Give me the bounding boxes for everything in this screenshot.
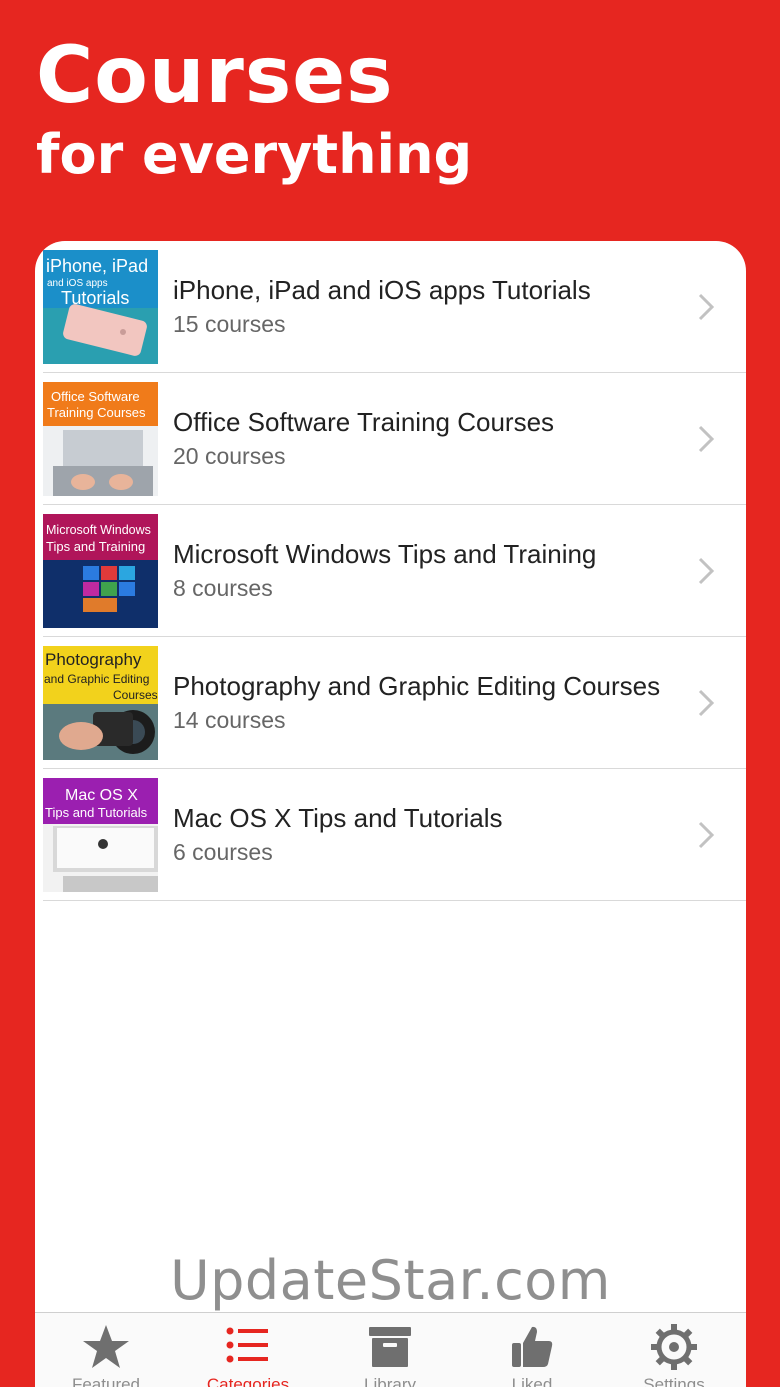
category-row-windows[interactable]: Microsoft Windows Tips and Training Micr… — [35, 505, 746, 637]
tab-liked[interactable]: Liked — [461, 1313, 603, 1387]
category-thumbnail: Microsoft Windows Tips and Training — [43, 514, 158, 628]
tab-label: Library — [364, 1375, 416, 1387]
thumb-text: Tutorials — [61, 288, 129, 308]
tab-bar: Featured Categories Library Liked Settin… — [35, 1312, 746, 1387]
tab-label: Featured — [71, 1375, 141, 1387]
watermark: UpdateStar.com — [170, 1249, 611, 1312]
page-subtitle: for everything — [36, 123, 473, 186]
tab-library[interactable]: Library — [319, 1313, 461, 1387]
chevron-right-icon — [698, 557, 715, 585]
tab-label: Settings — [643, 1375, 705, 1387]
course-count: 15 courses — [173, 311, 286, 337]
chevron-right-icon — [698, 821, 715, 849]
category-thumbnail: Photography and Graphic Editing Courses — [43, 646, 158, 760]
category-thumbnail: iPhone, iPad and iOS apps Tutorials — [43, 250, 158, 364]
thumb-text: Photography — [45, 650, 142, 669]
course-count: 20 courses — [173, 443, 286, 469]
page-title: Courses — [36, 31, 394, 121]
gear-icon — [651, 1324, 697, 1370]
category-row-mac[interactable]: Mac OS X Tips and Tutorials Mac OS X Tip… — [35, 769, 746, 901]
thumb-text: and Graphic Editing — [44, 672, 149, 686]
thumbs-up-icon — [512, 1326, 553, 1367]
tab-label: Categories — [206, 1375, 290, 1387]
thumb-text: Courses — [113, 688, 158, 702]
category-title: Photography and Graphic Editing Courses — [173, 671, 661, 701]
category-title: iPhone, iPad and iOS apps Tutorials — [173, 275, 591, 305]
chevron-right-icon — [698, 689, 715, 717]
thumb-text: Tips and Tutorials — [45, 805, 148, 820]
category-thumbnail: Office Software Training Courses — [43, 382, 158, 496]
thumb-text: Microsoft Windows — [46, 523, 151, 537]
category-row-photography[interactable]: Photography and Graphic Editing Courses … — [35, 637, 746, 769]
thumb-text: iPhone, iPad — [46, 256, 148, 276]
thumb-text: Mac OS X — [65, 787, 138, 804]
category-title: Microsoft Windows Tips and Training — [173, 539, 597, 569]
chevron-right-icon — [698, 293, 715, 321]
archive-box-icon — [369, 1327, 411, 1367]
thumb-text: Training Courses — [47, 405, 146, 420]
category-title: Mac OS X Tips and Tutorials — [173, 803, 503, 833]
header: Courses for everything — [36, 28, 472, 186]
chevron-right-icon — [698, 425, 715, 453]
tab-settings[interactable]: Settings — [603, 1313, 745, 1387]
tab-featured[interactable]: Featured — [35, 1313, 177, 1387]
category-row-office[interactable]: Office Software Training Courses Office … — [35, 373, 746, 505]
tab-categories[interactable]: Categories — [177, 1313, 319, 1387]
list-icon — [226, 1327, 268, 1363]
course-count: 8 courses — [173, 575, 273, 601]
category-title: Office Software Training Courses — [173, 407, 555, 437]
course-count: 6 courses — [173, 839, 273, 865]
thumb-text: Tips and Training — [46, 539, 145, 554]
categories-list: iPhone, iPad and iOS apps Tutorials iPho… — [35, 241, 746, 1387]
category-thumbnail: Mac OS X Tips and Tutorials — [43, 778, 158, 892]
tab-label: Liked — [511, 1375, 553, 1387]
thumb-text: Office Software — [51, 389, 140, 404]
course-count: 14 courses — [173, 707, 286, 733]
star-icon — [83, 1325, 129, 1368]
category-row-iphone[interactable]: iPhone, iPad and iOS apps Tutorials iPho… — [35, 241, 746, 373]
